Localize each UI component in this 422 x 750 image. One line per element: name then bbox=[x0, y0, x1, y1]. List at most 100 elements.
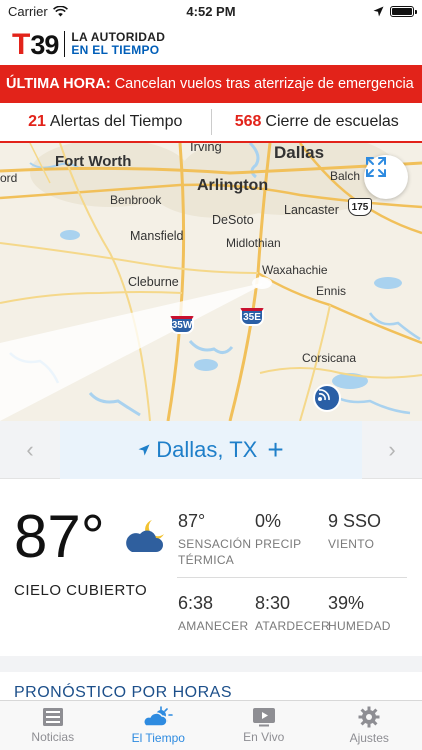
alerts-bar: 21 Alertas del Tiempo 568 Cierre de escuel… bbox=[0, 103, 422, 143]
news-icon bbox=[42, 708, 63, 726]
map-label-dallas: Dallas bbox=[274, 143, 325, 162]
expand-icon bbox=[366, 157, 386, 177]
map-label-waxahachie: Waxahachie bbox=[262, 263, 328, 277]
map-label-arlington: Arlington bbox=[197, 177, 269, 194]
battery-level bbox=[392, 7, 412, 15]
weather-alerts-label: Alertas del Tiempo bbox=[49, 113, 183, 130]
tab-en-vivo[interactable]: En Vivo bbox=[211, 701, 317, 750]
logo-tagline: LA AUTORIDAD EN EL TIEMPO bbox=[71, 29, 166, 57]
humidity-value: 39% bbox=[328, 593, 365, 613]
sunrise-stat: 6:38 AMANECER bbox=[178, 592, 248, 634]
humidity-stat: 39% HUMEDAD bbox=[328, 592, 391, 634]
status-right bbox=[373, 5, 417, 17]
map-label-lancaster: Lancaster bbox=[284, 203, 339, 217]
add-location-button[interactable]: + bbox=[267, 434, 283, 466]
partly-cloudy-night-icon bbox=[126, 520, 164, 552]
weather-map[interactable]: Irving ord Fort Worth Dallas Balch Arlin… bbox=[0, 143, 422, 421]
tab-el-tiempo[interactable]: El Tiempo bbox=[106, 701, 212, 750]
breaking-label: ÚLTIMA HORA: bbox=[6, 76, 111, 92]
map-label-irving: Irving bbox=[190, 143, 222, 154]
hourly-forecast-section: PRONÓSTICO POR HORAS bbox=[0, 656, 422, 700]
gear-icon bbox=[358, 706, 380, 728]
tagline-line2: EN EL TIEMPO bbox=[71, 42, 160, 57]
shield-label-35w: 35W bbox=[171, 320, 193, 331]
map-label-desoto: DeSoto bbox=[212, 213, 254, 227]
shield-label-35e: 35E bbox=[243, 312, 261, 323]
location-name: Dallas, TX bbox=[156, 436, 258, 462]
wind-stat: 9 SSO VIENTO bbox=[328, 510, 381, 552]
location-selector[interactable]: Dallas, TX + bbox=[60, 420, 362, 479]
play-video-icon bbox=[252, 708, 275, 727]
location-arrow-icon bbox=[373, 6, 384, 16]
chevron-right-icon: › bbox=[388, 436, 396, 462]
prev-location-button[interactable]: ‹ bbox=[0, 421, 60, 479]
location-arrow-icon bbox=[138, 444, 150, 455]
wifi-icon bbox=[52, 5, 68, 16]
chevron-left-icon: ‹ bbox=[26, 436, 34, 462]
school-closings-count: 568 bbox=[234, 113, 262, 130]
hourly-forecast-title[interactable]: PRONÓSTICO POR HORAS bbox=[14, 684, 232, 700]
logo-divider bbox=[64, 30, 66, 57]
tab-en-vivo-label: En Vivo bbox=[243, 730, 285, 744]
tab-bar: Noticias El Tiempo En Vivo Ajustes bbox=[0, 700, 422, 750]
highway-shield-i35e: 35E bbox=[240, 308, 264, 326]
school-closings-label: Cierre de escuelas bbox=[265, 113, 399, 130]
location-bar: ‹ Dallas, TX + › bbox=[0, 420, 422, 479]
stats-divider bbox=[177, 577, 407, 578]
status-bar: Carrier 4:52 PM bbox=[0, 0, 422, 22]
precip-value: 0% bbox=[255, 511, 282, 531]
map-label-ennis: Ennis bbox=[316, 284, 347, 298]
wind-value: 9 SSO bbox=[328, 511, 382, 531]
sunset-value: 8:30 bbox=[255, 593, 291, 613]
next-location-button[interactable]: › bbox=[362, 421, 422, 479]
telemundo-logo[interactable]: T 39 bbox=[12, 27, 59, 61]
tab-ajustes[interactable]: Ajustes bbox=[317, 701, 422, 750]
logo-number: 39 bbox=[30, 29, 59, 60]
app-header: T 39 LA AUTORIDAD EN EL TIEMPO bbox=[0, 22, 422, 65]
map-label-midlothian: Midlothian bbox=[226, 236, 281, 250]
tab-noticias-label: Noticias bbox=[31, 730, 75, 744]
map-label-cleburne: Cleburne bbox=[128, 275, 179, 289]
status-left: Carrier bbox=[8, 4, 68, 19]
highway-shield-i35w: 35W bbox=[170, 316, 194, 334]
sunrise-value: 6:38 bbox=[178, 593, 214, 613]
carrier-label: Carrier bbox=[8, 3, 48, 19]
tab-noticias[interactable]: Noticias bbox=[0, 701, 106, 750]
feels-like-value: 87° bbox=[178, 511, 206, 531]
sunset-label: ATARDECER bbox=[255, 619, 330, 633]
weather-alerts-count: 21 bbox=[28, 113, 46, 130]
current-temperature: 87° bbox=[14, 503, 105, 570]
tagline-line1: LA AUTORIDAD bbox=[71, 29, 166, 44]
logo-letter: T bbox=[12, 27, 31, 61]
precip-stat: 0% PRECIP bbox=[255, 510, 301, 552]
humidity-label: HUMEDAD bbox=[328, 619, 391, 633]
current-condition: CIELO CUBIERTO bbox=[14, 582, 148, 599]
feels-like-label-2: TÉRMICA bbox=[178, 553, 235, 567]
breaking-text: Cancelan vuelos tras aterrizaje de emerg… bbox=[114, 76, 414, 92]
weather-alerts-link[interactable]: 21 Alertas del Tiempo bbox=[0, 113, 211, 131]
weather-sun-icon bbox=[143, 706, 174, 727]
radar-icon bbox=[318, 389, 330, 401]
sunrise-label: AMANECER bbox=[178, 619, 249, 633]
map-label-balch: Balch bbox=[330, 169, 361, 183]
precip-label: PRECIP bbox=[255, 537, 302, 551]
current-conditions: 87° CIELO CUBIERTO 87° SENSACIÓN TÉRMICA … bbox=[0, 480, 422, 656]
map-fullscreen-button[interactable] bbox=[364, 155, 408, 199]
map-label-corsicana: Corsicana bbox=[302, 351, 357, 365]
sunset-stat: 8:30 ATARDECER bbox=[255, 592, 330, 634]
tab-ajustes-label: Ajustes bbox=[349, 731, 389, 745]
map-label-ford: ord bbox=[0, 171, 18, 185]
breaking-news-banner[interactable]: ÚLTIMA HORA: Cancelan vuelos tras aterri… bbox=[0, 65, 422, 103]
radar-station-pin[interactable] bbox=[313, 384, 341, 412]
wind-label: VIENTO bbox=[328, 537, 375, 551]
shield-label-175: 175 bbox=[351, 201, 369, 213]
map-label-mansfield: Mansfield bbox=[130, 229, 184, 243]
feels-like-label-1: SENSACIÓN bbox=[178, 537, 252, 551]
battery-icon bbox=[390, 5, 417, 17]
tab-el-tiempo-label: El Tiempo bbox=[131, 731, 185, 745]
map-label-benbrook: Benbrook bbox=[110, 193, 162, 207]
feels-like-stat: 87° SENSACIÓN TÉRMICA bbox=[178, 510, 251, 568]
highway-shield-us175: 175 bbox=[348, 198, 372, 216]
map-label-fort-worth: Fort Worth bbox=[55, 153, 132, 170]
school-closings-link[interactable]: 568 Cierre de escuelas bbox=[212, 113, 422, 131]
